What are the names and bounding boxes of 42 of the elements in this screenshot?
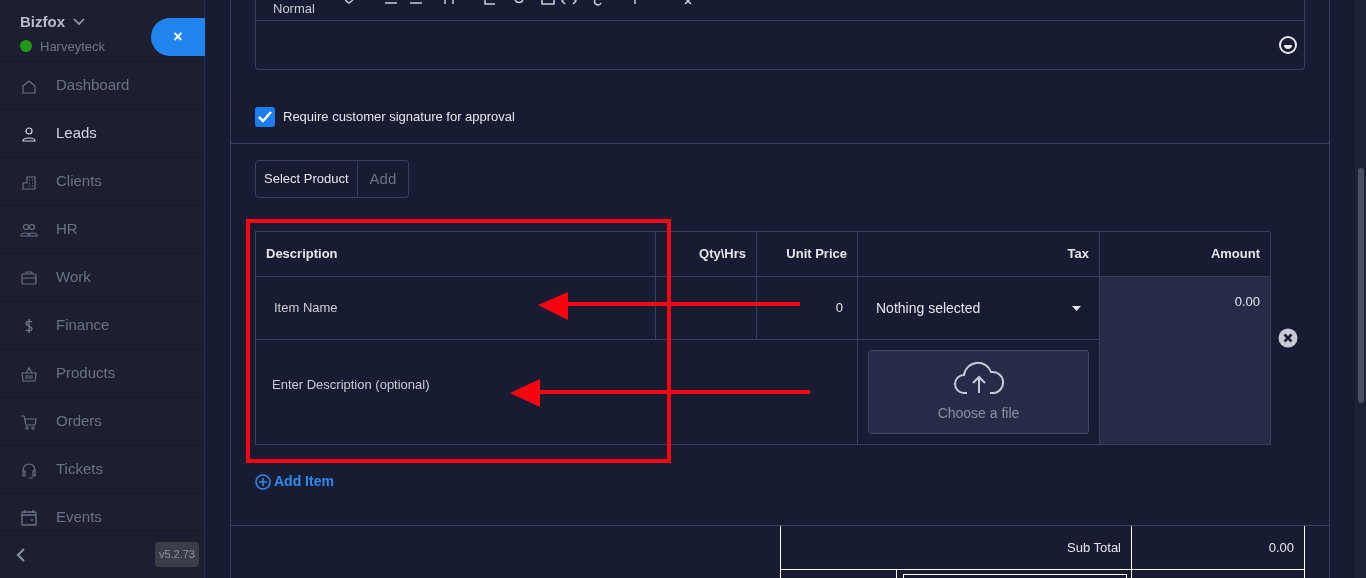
sidebar-item[interactable]: Products bbox=[0, 350, 204, 398]
signature-label: Require customer signature for approval bbox=[283, 108, 515, 127]
sidebar-item[interactable]: Leads bbox=[0, 110, 204, 158]
amount-cell: 0.00 bbox=[1100, 277, 1271, 445]
sidebar-item[interactable]: Orders bbox=[0, 398, 204, 446]
workspace-name: Harveyteck bbox=[40, 37, 106, 56]
total-value: 0.00 bbox=[1267, 538, 1295, 557]
qty-field[interactable] bbox=[656, 277, 757, 340]
sidebar-item[interactable]: Tickets bbox=[0, 446, 204, 494]
column-header: Description bbox=[256, 232, 656, 277]
user-icon bbox=[20, 124, 38, 143]
scrollbar-thumb[interactable] bbox=[1358, 168, 1364, 403]
format-dropdown[interactable]: Normal bbox=[273, 2, 345, 15]
chevron-left-icon[interactable] bbox=[16, 547, 26, 562]
cloud-upload-icon bbox=[952, 360, 1005, 395]
column-header: Unit Price bbox=[757, 232, 858, 277]
signature-checkbox[interactable] bbox=[255, 107, 275, 127]
sidebar-item[interactable]: Dashboard bbox=[0, 62, 204, 110]
headset-icon bbox=[20, 460, 38, 479]
file-upload-area[interactable]: Choose a file bbox=[868, 350, 1089, 434]
caret-icon bbox=[1072, 305, 1081, 311]
remove-item-icon[interactable] bbox=[1277, 328, 1298, 348]
cart-icon bbox=[20, 412, 38, 431]
sidebar-item[interactable]: Work bbox=[0, 254, 204, 302]
brand-name: Bizfox bbox=[20, 12, 65, 32]
total-label: Sub Total bbox=[781, 526, 1132, 569]
briefcase-icon bbox=[20, 268, 38, 287]
select-product-dropdown[interactable]: Select Product bbox=[255, 160, 358, 198]
add-product-button[interactable]: Add bbox=[357, 160, 410, 198]
column-header: Qty\Hrs bbox=[656, 232, 757, 277]
emoji-icon[interactable] bbox=[1278, 35, 1298, 55]
version-badge: v5.2.73 bbox=[154, 542, 199, 567]
chevron-down-icon[interactable] bbox=[73, 18, 85, 27]
unit-price-field[interactable]: 0 bbox=[757, 277, 858, 340]
sidebar-item[interactable]: HR bbox=[0, 206, 204, 254]
plus-circle-icon bbox=[255, 473, 271, 490]
sidebar-item[interactable]: Clients bbox=[0, 158, 204, 206]
column-header: Tax bbox=[858, 232, 1100, 277]
calendar-icon bbox=[20, 508, 38, 527]
sidebar-item[interactable]: Finance bbox=[0, 302, 204, 350]
close-button[interactable]: × bbox=[151, 18, 205, 56]
add-item-link[interactable]: Add Item bbox=[255, 471, 334, 492]
